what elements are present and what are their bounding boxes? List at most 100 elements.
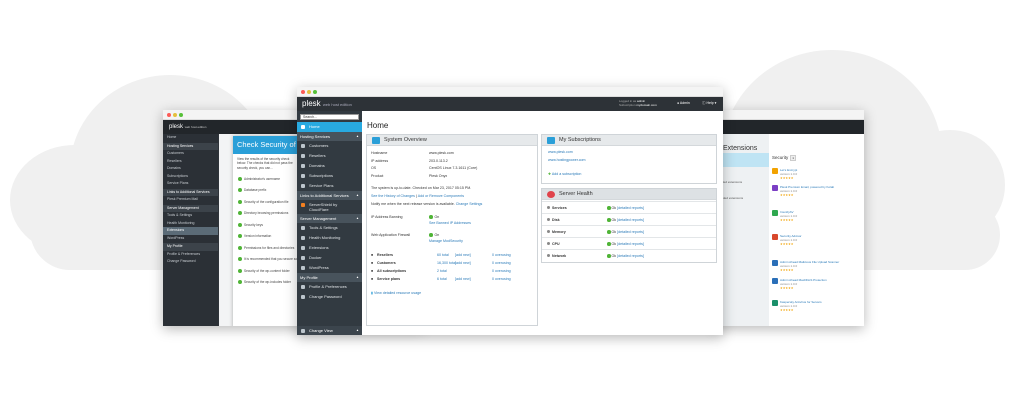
stat-total-link[interactable]: 2 total bbox=[437, 269, 447, 273]
server-health-panel: Server Health Services Ok [detailed repor… bbox=[541, 188, 717, 263]
detailed-reports-link[interactable]: [detailed reports] bbox=[617, 242, 644, 246]
nav-service-plans[interactable]: Service Plans bbox=[297, 181, 362, 191]
subscription-domain[interactable]: mydomain.com bbox=[636, 103, 656, 107]
status-ok-icon bbox=[607, 218, 611, 222]
check-ok-icon bbox=[238, 199, 242, 204]
search-input[interactable]: Search... bbox=[300, 114, 359, 120]
detailed-reports-link[interactable]: [detailed reports] bbox=[617, 206, 644, 210]
health-row: Network Ok [detailed reports] bbox=[542, 249, 716, 261]
stat-total-link[interactable]: 16,300 total bbox=[437, 261, 456, 265]
add-remove-components-link[interactable]: Add or Remove Components bbox=[418, 194, 464, 198]
maximize-dot[interactable] bbox=[179, 113, 183, 117]
sidebar-item[interactable]: Resellers bbox=[163, 158, 218, 166]
extension-item[interactable]: Let's Encrypt version 1.0.0 ★★★★★ bbox=[772, 168, 848, 180]
subscription-link[interactable]: www.plesk.com bbox=[548, 150, 573, 154]
stat-total-link[interactable]: 60 total bbox=[437, 253, 449, 257]
sidebar-item[interactable]: Customers bbox=[163, 150, 218, 158]
sidebar-item[interactable]: Subscriptions bbox=[163, 173, 218, 181]
extensions-nav-item[interactable]: ded extensions bbox=[723, 196, 743, 200]
resource-usage-link[interactable]: ▮ View detailed resource usage bbox=[371, 291, 421, 295]
nav-domains[interactable]: Domains bbox=[297, 161, 362, 171]
sidebar-item[interactable]: Plesk Premium Mail bbox=[163, 196, 218, 204]
nav-change-password[interactable]: Change Password bbox=[297, 292, 362, 302]
nav-tools-settings[interactable]: Tools & Settings bbox=[297, 223, 362, 233]
change-settings-link[interactable]: Change Settings bbox=[456, 202, 483, 206]
plesk-header: plesk web host edition Logged in as admi… bbox=[297, 97, 723, 111]
rating-stars: ★★★★★ bbox=[780, 268, 794, 272]
sidebar-item[interactable]: Service Plans bbox=[163, 180, 218, 188]
extensions-nav-item[interactable]: led extensions bbox=[723, 180, 742, 184]
add-subscription-link[interactable]: ✚ Add a subscription bbox=[548, 172, 581, 176]
section-hosting-services[interactable]: Hosting Services bbox=[297, 132, 362, 141]
extension-icon bbox=[772, 168, 778, 174]
sidebar-item[interactable]: Change Password bbox=[163, 258, 218, 266]
detailed-reports-link[interactable]: [detailed reports] bbox=[617, 254, 644, 258]
stat-overusing-link[interactable]: 0 overusing bbox=[492, 261, 511, 265]
extension-item[interactable]: Kaspersky Antivirus for Servers version 1… bbox=[772, 300, 848, 312]
sidebar-item[interactable]: Health Monitoring bbox=[163, 220, 218, 228]
subscriptions-icon bbox=[301, 174, 305, 178]
nav-wordpress[interactable]: WordPress bbox=[297, 263, 362, 273]
detailed-reports-link[interactable]: [detailed reports] bbox=[617, 230, 644, 234]
stat-overusing-link[interactable]: 0 overusing bbox=[492, 277, 511, 281]
manage-modsecurity-link[interactable]: Manage ModSecurity bbox=[429, 239, 463, 243]
stat-overusing-link[interactable]: 0 overusing bbox=[492, 253, 511, 257]
dialog-description: View the results of the security check b… bbox=[237, 157, 293, 170]
extensions-tab[interactable] bbox=[722, 153, 769, 167]
stat-total-link[interactable]: 6 total bbox=[437, 277, 447, 281]
extension-item[interactable]: Admin Ahead MaxDDoS Protection version 1.… bbox=[772, 278, 848, 290]
nav-resellers[interactable]: Resellers bbox=[297, 151, 362, 161]
user-menu[interactable]: ● Admin bbox=[677, 101, 690, 105]
sidebar-item[interactable]: Links to Additional Services bbox=[163, 188, 218, 196]
nav-docker[interactable]: Docker bbox=[297, 253, 362, 263]
banned-ips-link[interactable]: See Banned IP Addresses bbox=[429, 221, 471, 225]
stat-add-new-link[interactable]: [add new] bbox=[455, 261, 471, 265]
stat-overusing-link[interactable]: 0 overusing bbox=[492, 269, 511, 273]
sidebar-item[interactable]: Home bbox=[163, 134, 218, 142]
close-dot[interactable] bbox=[167, 113, 171, 117]
rating-stars: ★★★★★ bbox=[780, 193, 794, 197]
subscription-link[interactable]: www.hostingpower.com bbox=[548, 158, 586, 162]
nav-home[interactable]: Home bbox=[297, 122, 362, 132]
sidebar-item[interactable]: Tools & Settings bbox=[163, 212, 218, 220]
sidebar-item[interactable]: Hosting Services bbox=[163, 142, 218, 150]
section-server-management[interactable]: Server Management bbox=[297, 214, 362, 223]
minimize-dot[interactable] bbox=[173, 113, 177, 117]
system-info-value: 203.0.113.2 bbox=[429, 158, 448, 163]
close-dot[interactable] bbox=[301, 90, 305, 94]
section-my-profile[interactable]: My Profile bbox=[297, 273, 362, 282]
sidebar-item[interactable]: WordPress bbox=[163, 235, 218, 243]
sidebar-item[interactable]: Server Management bbox=[163, 204, 218, 212]
nav-profile-preferences[interactable]: Profile & Preferences bbox=[297, 282, 362, 292]
customers-icon bbox=[301, 144, 305, 148]
nav-servershield[interactable]: ServerShield by CloudFlare bbox=[297, 200, 362, 214]
status-ok-icon bbox=[429, 215, 433, 219]
extension-item[interactable]: Security Advisor version 1.0.0 ★★★★★ bbox=[772, 234, 848, 246]
sidebar-item[interactable]: Profile & Preferences bbox=[163, 251, 218, 259]
rating-stars: ★★★★★ bbox=[780, 218, 794, 222]
section-links-additional[interactable]: Links to Additional Services bbox=[297, 191, 362, 200]
extension-icon bbox=[772, 300, 778, 306]
system-overview-panel: System Overview Hostname www.plesk.com IP … bbox=[366, 134, 538, 326]
maximize-dot[interactable] bbox=[313, 90, 317, 94]
stat-add-new-link[interactable]: [add new] bbox=[455, 277, 471, 281]
nav-subscriptions[interactable]: Subscriptions bbox=[297, 171, 362, 181]
extension-item[interactable]: ImunifyAV version 1.0.0 ★★★★★ bbox=[772, 210, 848, 222]
sidebar-item[interactable]: Domains bbox=[163, 165, 218, 173]
rating-stars: ★★★★★ bbox=[780, 308, 794, 312]
stat-add-new-link[interactable]: [add new] bbox=[455, 253, 471, 257]
minimize-dot[interactable] bbox=[307, 90, 311, 94]
nav-extensions[interactable]: Extensions bbox=[297, 243, 362, 253]
change-view-button[interactable]: Change View bbox=[297, 326, 362, 335]
history-link[interactable]: See the History of Changes bbox=[371, 194, 415, 198]
extension-item[interactable]: Plesk Premium Email, powered by Kolab ver… bbox=[772, 185, 848, 197]
help-menu[interactable]: ⓘ Help ▾ bbox=[702, 101, 716, 106]
detailed-reports-link[interactable]: [detailed reports] bbox=[617, 218, 644, 222]
sidebar-item[interactable]: Extensions bbox=[163, 227, 218, 235]
nav-customers[interactable]: Customers bbox=[297, 141, 362, 151]
extension-item[interactable]: Admin Ahead Malicious File Upload Scanne… bbox=[772, 260, 848, 272]
chart-icon: ▮ bbox=[371, 291, 373, 295]
nav-health-monitoring[interactable]: Health Monitoring bbox=[297, 233, 362, 243]
system-info-label: Product bbox=[371, 173, 384, 178]
sidebar-item[interactable]: My Profile bbox=[163, 243, 218, 251]
